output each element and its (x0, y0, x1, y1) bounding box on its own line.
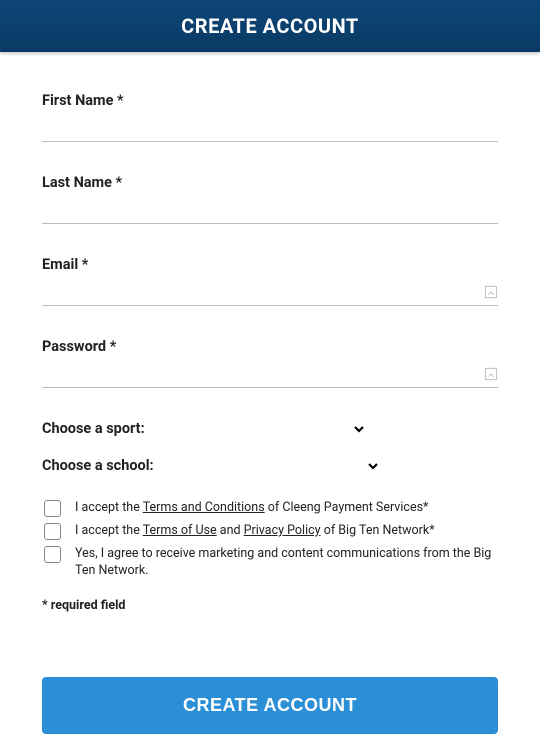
choose-sport-label: Choose a sport: (42, 420, 145, 437)
password-field-wrap: Password * (42, 338, 498, 388)
terms-prefix: I accept the (75, 500, 143, 515)
create-account-button[interactable]: CREATE ACCOUNT (42, 677, 498, 734)
first-name-field-wrap: First Name * (42, 92, 498, 142)
consents-group: I accept the Terms and Conditions of Cle… (42, 500, 498, 580)
terms-checkbox[interactable] (44, 500, 61, 517)
submit-wrap: CREATE ACCOUNT (0, 677, 540, 734)
tou-text: I accept the Terms of Use and Privacy Po… (75, 523, 435, 540)
choose-sport-dropdown[interactable]: Choose a sport: (42, 420, 498, 437)
terms-consent-row: I accept the Terms and Conditions of Cle… (42, 500, 498, 517)
tou-checkbox[interactable] (44, 523, 61, 540)
form-content: First Name * Last Name * Email * Passwor… (0, 52, 540, 633)
tou-mid: and (217, 523, 244, 538)
email-field-wrap: Email * (42, 256, 498, 306)
terms-text: I accept the Terms and Conditions of Cle… (75, 500, 428, 517)
last-name-field-wrap: Last Name * (42, 174, 498, 224)
marketing-text: Yes, I agree to receive marketing and co… (75, 546, 498, 580)
tou-suffix: of Big Ten Network* (321, 523, 435, 538)
marketing-consent-row: Yes, I agree to receive marketing and co… (42, 546, 498, 580)
choose-school-label: Choose a school: (42, 457, 154, 474)
last-name-input[interactable] (42, 197, 498, 224)
email-label: Email * (42, 256, 498, 273)
password-label: Password * (42, 338, 498, 355)
chevron-down-icon (145, 423, 365, 435)
last-name-label: Last Name * (42, 174, 498, 191)
required-note: * required field (42, 598, 498, 613)
email-input[interactable] (42, 279, 498, 306)
autofill-icon (484, 284, 498, 298)
terms-suffix: of Cleeng Payment Services* (265, 500, 429, 515)
first-name-input[interactable] (42, 115, 498, 142)
marketing-checkbox[interactable] (44, 546, 61, 563)
password-input[interactable] (42, 361, 498, 388)
choose-school-dropdown[interactable]: Choose a school: (42, 457, 498, 474)
page-header: CREATE ACCOUNT (0, 0, 540, 52)
tou-consent-row: I accept the Terms of Use and Privacy Po… (42, 523, 498, 540)
autofill-icon (484, 366, 498, 380)
terms-and-conditions-link[interactable]: Terms and Conditions (143, 500, 265, 515)
first-name-label: First Name * (42, 92, 498, 109)
tou-prefix: I accept the (75, 523, 143, 538)
chevron-down-icon (154, 460, 379, 472)
page-title: CREATE ACCOUNT (181, 14, 359, 38)
terms-of-use-link[interactable]: Terms of Use (143, 523, 217, 538)
privacy-policy-link[interactable]: Privacy Policy (244, 523, 321, 538)
